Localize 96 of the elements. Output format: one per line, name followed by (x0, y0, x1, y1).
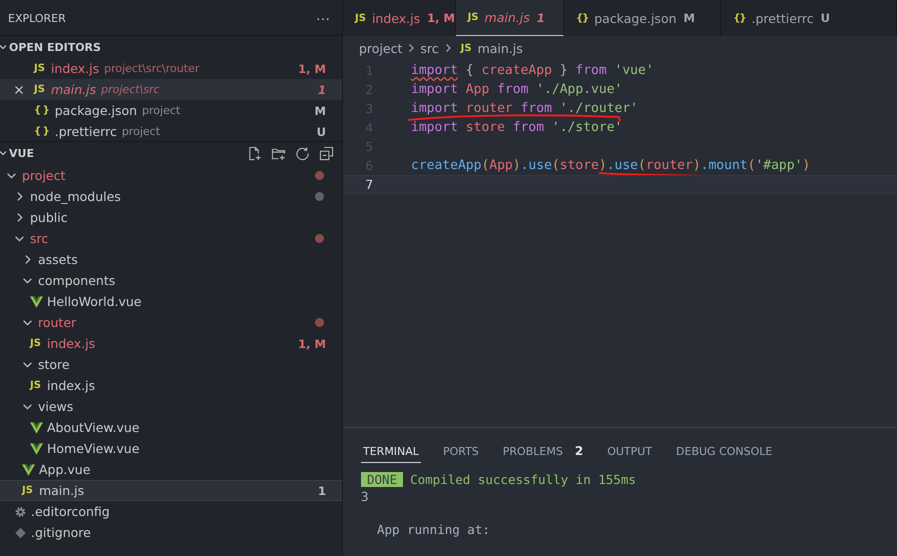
tree-item-label: AboutView.vue (47, 420, 140, 435)
more-actions-button[interactable]: ··· (316, 10, 330, 26)
file-item[interactable]: .editorconfig (0, 501, 342, 522)
tree-item-label: .editorconfig (31, 504, 110, 519)
folder-item[interactable]: assets (0, 249, 342, 270)
diamond-icon (14, 526, 27, 538)
editor-tab[interactable]: JS main.js 1 (456, 0, 564, 36)
breadcrumb-item[interactable]: project (359, 40, 402, 56)
code-line: import router from './router' (411, 101, 638, 116)
open-editor-item[interactable]: { } .prettierrc project U (0, 121, 342, 142)
terminal-output: App running at: (376, 522, 490, 537)
file-status-text: 1, M (298, 336, 326, 350)
file-item[interactable]: JS index.js (0, 375, 342, 396)
file-status-text: M (314, 104, 326, 118)
vue-file-icon (22, 464, 35, 476)
section-title: VUE (9, 146, 34, 160)
file-name: package.json (54, 103, 138, 118)
folder-item[interactable]: node_modules (0, 186, 342, 207)
tree-item-label: .gitignore (31, 525, 91, 540)
tree-item-label: views (38, 399, 74, 414)
file-name: .prettierrc (54, 124, 117, 139)
file-item[interactable]: .gitignore (0, 522, 342, 543)
code-line: createApp(App).use(store).use(router).mount('#app') (411, 158, 810, 173)
breadcrumb-item[interactable]: main.js (478, 40, 523, 56)
code-line: import { createApp } from 'vue' (411, 63, 654, 78)
folder-item[interactable]: public (0, 207, 342, 228)
close-icon[interactable] (14, 84, 24, 94)
open-editor-item[interactable]: { } package.json project M (0, 100, 342, 121)
file-type-icon: JS (34, 63, 45, 74)
folder-item[interactable]: project (0, 165, 342, 186)
tree-item-label: index.js (46, 336, 96, 351)
folder-item[interactable]: components (0, 270, 342, 291)
folder-item[interactable]: src (0, 228, 342, 249)
collapse-all-icon[interactable] (319, 146, 334, 160)
file-item[interactable]: HelloWorld.vue (0, 291, 342, 312)
file-status-text: U (316, 124, 326, 138)
open-editor-item[interactable]: JS main.js project\src 1 (0, 79, 342, 100)
tree-item-label: assets (38, 252, 78, 267)
section-title: OPEN EDITORS (9, 40, 101, 54)
file-type-icon: JS (22, 485, 33, 496)
tree-item-label: main.js (38, 483, 84, 498)
panel-tab[interactable]: PORTS (440, 438, 481, 462)
terminal-output: Compiled successfully in 155ms (410, 472, 636, 487)
file-type-icon: JS (30, 380, 41, 391)
file-type-icon: JS (30, 338, 41, 349)
tree-item-label: node_modules (30, 189, 121, 204)
line-number: 7 (364, 177, 373, 192)
vue-file-icon (30, 442, 43, 454)
folder-item[interactable]: views (0, 396, 342, 417)
breadcrumb-item[interactable]: src (420, 40, 439, 56)
panel-tab[interactable]: TERMINAL (361, 438, 421, 462)
panel-tab[interactable]: DEBUG CONSOLE (674, 438, 774, 462)
file-type-icon: { } (34, 105, 49, 116)
vue-file-icon (30, 422, 43, 434)
tree-item-label: src (30, 231, 48, 246)
tree-item-label: index.js (46, 378, 96, 393)
gear-icon (14, 506, 27, 518)
new-file-icon[interactable] (247, 146, 262, 160)
tree-item-label: project (22, 168, 66, 183)
code-line: import App from './App.vue' (411, 82, 622, 97)
file-path: project (142, 104, 180, 117)
file-path: project (122, 125, 160, 138)
panel-tab[interactable]: OUTPUT (605, 438, 654, 462)
tree-item-label: App.vue (39, 462, 90, 477)
file-type-icon: JS (34, 84, 45, 95)
file-name: index.js (50, 61, 100, 76)
file-item[interactable]: HomeView.vue (0, 438, 342, 459)
tree-item-label: store (38, 357, 70, 372)
file-status-text: 1 (318, 82, 326, 96)
file-status-text: 1 (318, 484, 326, 498)
tree-item-label: public (30, 210, 68, 225)
tree-item-label: components (38, 273, 116, 288)
vue-file-icon (30, 296, 43, 308)
file-name: main.js (50, 82, 96, 97)
file-path: project\src\router (104, 62, 200, 75)
folder-item[interactable]: router (0, 312, 342, 333)
folder-item[interactable]: store (0, 354, 342, 375)
open-editor-item[interactable]: JS index.js project\src\router 1, M (0, 58, 342, 79)
code-line: import store from './store' (411, 120, 622, 135)
file-item[interactable]: AboutView.vue (0, 417, 342, 438)
tree-item-label: HelloWorld.vue (47, 294, 142, 309)
chevron-icon (406, 43, 416, 53)
terminal-output: 3 (361, 489, 369, 504)
explorer-title: EXPLORER (8, 12, 66, 24)
panel-tab[interactable]: PROBLEMS 2 (500, 438, 586, 463)
file-item[interactable]: JS index.js 1, M (0, 333, 342, 354)
tree-item-label: HomeView.vue (47, 441, 140, 456)
file-item[interactable]: App.vue (0, 459, 342, 480)
status-label: DONE (361, 472, 404, 487)
file-status-text: 1, M (298, 62, 326, 76)
file-path: project\src (101, 83, 160, 96)
refresh-icon[interactable] (295, 146, 310, 160)
tree-item-label: router (38, 315, 76, 330)
file-item[interactable]: JS main.js 1 (0, 480, 342, 501)
file-type-icon: JS (460, 42, 472, 54)
file-type-icon: { } (34, 126, 49, 137)
